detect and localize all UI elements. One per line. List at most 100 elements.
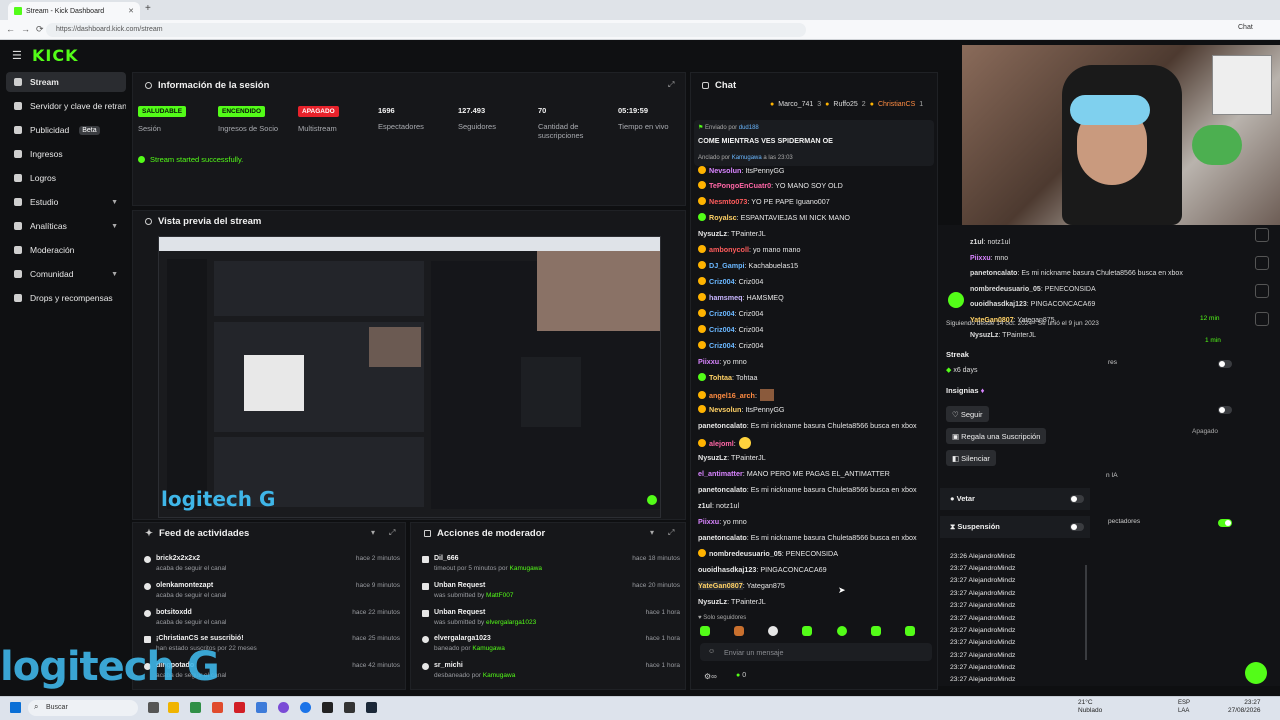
stream-preview-video[interactable]: logitech G (158, 236, 661, 518)
chat-username[interactable]: panetoncalato (698, 421, 747, 430)
mod-action-by[interactable]: Kamugawa (472, 645, 505, 652)
nav-buttons[interactable]: ←→⟳ (6, 24, 50, 35)
sidebar-item-server-key[interactable]: Servidor y clave de retransmisión (6, 96, 126, 116)
overlay-user[interactable]: Piixxu (970, 255, 991, 262)
chat-username[interactable]: nombredeusuario_05 (709, 549, 782, 558)
gifter-name[interactable]: Marco_741 (778, 101, 813, 108)
mod-action-by[interactable]: Kamugawa (510, 565, 543, 572)
mod-action-name[interactable]: Unban Request (434, 582, 485, 589)
kick-logo[interactable]: KICK (32, 46, 79, 65)
chat-username[interactable]: NysuzLz (698, 229, 727, 238)
sidebar-item-community[interactable]: Comunidad ▼ (6, 264, 126, 284)
chat-username[interactable]: Criz004 (709, 309, 735, 318)
chat-username[interactable]: hamsmeq (709, 293, 743, 302)
app-icon[interactable] (256, 702, 267, 713)
setting-toggle[interactable] (1218, 360, 1232, 368)
overlay-user[interactable]: panetoncalato (970, 270, 1017, 277)
emote-icon[interactable] (768, 626, 779, 636)
language[interactable]: ESP LAA (1178, 699, 1190, 715)
setting-toggle[interactable] (1218, 406, 1232, 414)
sidebar-item-analytics[interactable]: Analíticas ▼ (6, 216, 126, 236)
emote-icon[interactable] (836, 626, 847, 636)
chat-username[interactable]: Criz004 (709, 325, 735, 334)
mod-action-by[interactable]: Kamugawa (483, 672, 516, 679)
new-tab-icon[interactable]: + (145, 3, 151, 14)
mod-action-name[interactable]: elvergalarga1023 (434, 635, 491, 642)
feed-item-name[interactable]: olenkamontezapt (156, 582, 213, 589)
taskbar-search[interactable]: Buscar (28, 700, 138, 716)
chat-username[interactable]: DJ_Gampi (709, 261, 745, 270)
suspend-toggle[interactable] (1070, 523, 1084, 531)
setting-toggle[interactable] (1218, 519, 1232, 527)
side-tool-icon[interactable] (1255, 228, 1269, 242)
steam-icon[interactable] (366, 702, 377, 713)
chat-username[interactable]: Nevsolun (709, 405, 741, 414)
chat-username[interactable]: panetoncalato (698, 485, 747, 494)
chat-username[interactable]: YateGan0807 (698, 581, 743, 590)
chat-username[interactable]: NysuzLz (698, 453, 727, 462)
sidebar-item-achievements[interactable]: Logros (6, 168, 126, 188)
sidebar-item-drops[interactable]: Drops y recompensas (6, 288, 126, 308)
chat-username[interactable]: Royalsc (709, 213, 737, 222)
obs-icon[interactable] (322, 702, 333, 713)
browser-tab[interactable]: Stream - Kick Dashboard ✕ (8, 2, 140, 20)
emote-icon[interactable] (700, 626, 710, 636)
gift-sub-button[interactable]: ▣ Regala una Suscripción (946, 428, 1047, 444)
sidebar-item-stream[interactable]: Stream (6, 72, 126, 92)
chat-username[interactable]: Criz004 (709, 277, 735, 286)
mod-action-name[interactable]: sr_michi (434, 662, 463, 669)
mod-action-name[interactable]: Unban Request (434, 609, 485, 616)
sidebar-item-studio[interactable]: Estudio ▼ (6, 192, 126, 212)
url-field[interactable]: https://dashboard.kick.com/stream (46, 23, 806, 37)
clock[interactable]: 23:27 27/08/2026 (1228, 699, 1261, 715)
brave-icon[interactable] (212, 702, 223, 713)
gifter-name[interactable]: Ruffo25 (833, 101, 857, 108)
chat-input[interactable]: Enviar un mensaje (700, 643, 932, 661)
sidebar-item-income[interactable]: Ingresos (6, 144, 126, 164)
app-icon[interactable] (190, 702, 201, 713)
overlay-user[interactable]: nombredeusuario_05 (970, 286, 1041, 293)
expand-icon[interactable]: ⤢ (668, 528, 674, 538)
mod-action-by[interactable]: elvergalarga1023 (486, 619, 536, 626)
feed-item-name[interactable]: ¡ChristianCS se suscribió! (156, 635, 244, 642)
expand-icon[interactable]: ⤢ (389, 528, 395, 538)
chat-username[interactable]: ambonycoll (709, 245, 749, 254)
chat-username[interactable]: NysuzLz (698, 597, 727, 606)
chrome-icon[interactable] (300, 702, 311, 713)
chat-username[interactable]: Piixxu (698, 357, 719, 366)
floating-action-button[interactable] (1245, 662, 1267, 684)
sent-by-user[interactable]: dud188 (739, 125, 759, 131)
log-scrollbar[interactable] (1085, 565, 1087, 660)
chat-username[interactable]: Criz004 (709, 341, 735, 350)
emoji-icon[interactable]: ☺ (708, 648, 715, 655)
taskview-icon[interactable] (148, 702, 159, 713)
settings-icon[interactable]: ⚙∞ (704, 672, 717, 681)
mod-action-by[interactable]: MattF007 (486, 592, 513, 599)
expand-icon[interactable]: ⤢ (668, 80, 674, 90)
browser-chat-label[interactable]: Chat (1238, 24, 1253, 31)
weather[interactable]: 21°C Nublado (1078, 699, 1102, 715)
follow-button[interactable]: ♡ Seguir (946, 406, 989, 422)
chat-username[interactable]: Tohtaa (709, 373, 732, 382)
veto-toggle[interactable] (1070, 495, 1084, 503)
chat-username[interactable]: Nevsolun (709, 166, 741, 175)
feed-item-name[interactable]: brick2x2x2x2 (156, 555, 200, 562)
side-tool-icon[interactable] (1255, 312, 1269, 326)
app-icon[interactable] (234, 702, 245, 713)
sidebar-item-advertising[interactable]: Publicidad Beta (6, 120, 126, 140)
emote-icon[interactable] (870, 626, 881, 636)
chat-username[interactable]: z1ul (698, 501, 712, 510)
file-explorer-icon[interactable] (168, 702, 179, 713)
menu-icon[interactable]: ☰ (12, 49, 22, 62)
mute-button[interactable]: ◧ Silenciar (946, 450, 996, 466)
app-icon[interactable] (344, 702, 355, 713)
pinned-by-user[interactable]: Kamugawa (732, 155, 762, 161)
overlay-user[interactable]: NysuzLz (970, 332, 998, 339)
chat-username[interactable]: el_antimatter (698, 469, 743, 478)
emote-icon[interactable] (904, 626, 915, 636)
overlay-user[interactable]: z1ul (970, 239, 984, 246)
sidebar-item-moderation[interactable]: Moderación (6, 240, 126, 260)
mod-action-name[interactable]: Dil_666 (434, 555, 459, 562)
chat-username[interactable]: alejoml (709, 439, 734, 448)
chat-username[interactable]: Piixxu (698, 517, 719, 526)
